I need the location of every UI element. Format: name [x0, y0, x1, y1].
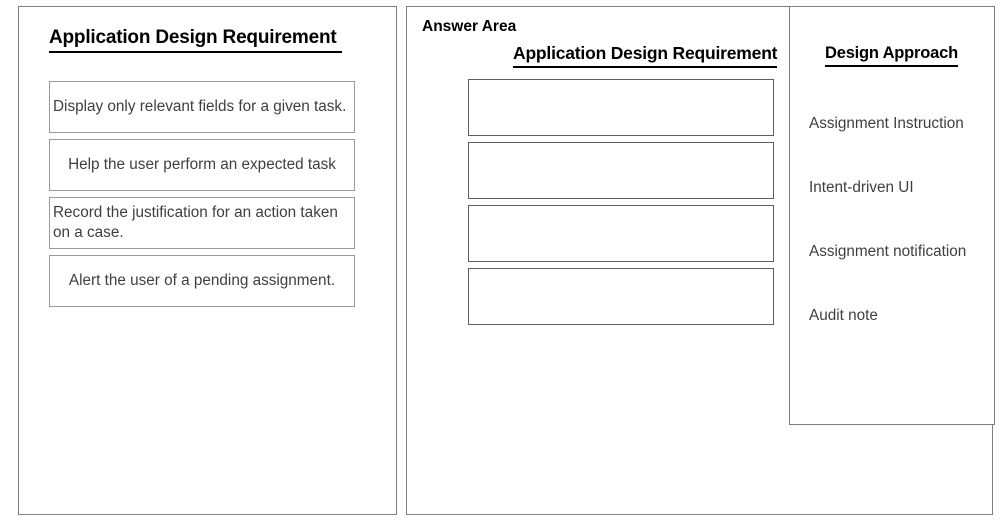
source-item[interactable]: Alert the user of a pending assignment.	[49, 255, 355, 307]
source-panel: Application Design Requirement Display o…	[18, 6, 397, 515]
design-approach-heading: Design Approach	[825, 44, 958, 67]
dropzone-slot[interactable]	[468, 268, 774, 325]
design-approach-item[interactable]: Assignment notification	[809, 220, 988, 284]
design-approach-item[interactable]: Audit note	[809, 284, 988, 348]
source-item[interactable]: Record the justification for an action t…	[49, 197, 355, 249]
dropzone-slot[interactable]	[468, 142, 774, 199]
source-item[interactable]: Display only relevant fields for a given…	[49, 81, 355, 133]
answer-panel: Answer Area Application Design Requireme…	[406, 6, 995, 515]
design-approach-panel: Design Approach Assignment Instruction I…	[789, 6, 995, 425]
answer-column-heading: Application Design Requirement	[513, 43, 778, 68]
source-item[interactable]: Help the user perform an expected task	[49, 139, 355, 191]
dropzone-slot[interactable]	[468, 205, 774, 262]
design-approach-item[interactable]: Intent-driven UI	[809, 156, 988, 220]
answer-area-label: Answer Area	[422, 18, 517, 35]
dropzone-list	[468, 79, 774, 331]
design-approach-list: Assignment Instruction Intent-driven UI …	[809, 92, 988, 348]
source-item-list: Display only relevant fields for a given…	[49, 81, 355, 313]
dropzone-slot[interactable]	[468, 79, 774, 136]
source-panel-heading: Application Design Requirement	[49, 27, 342, 53]
design-approach-item[interactable]: Assignment Instruction	[809, 92, 988, 156]
